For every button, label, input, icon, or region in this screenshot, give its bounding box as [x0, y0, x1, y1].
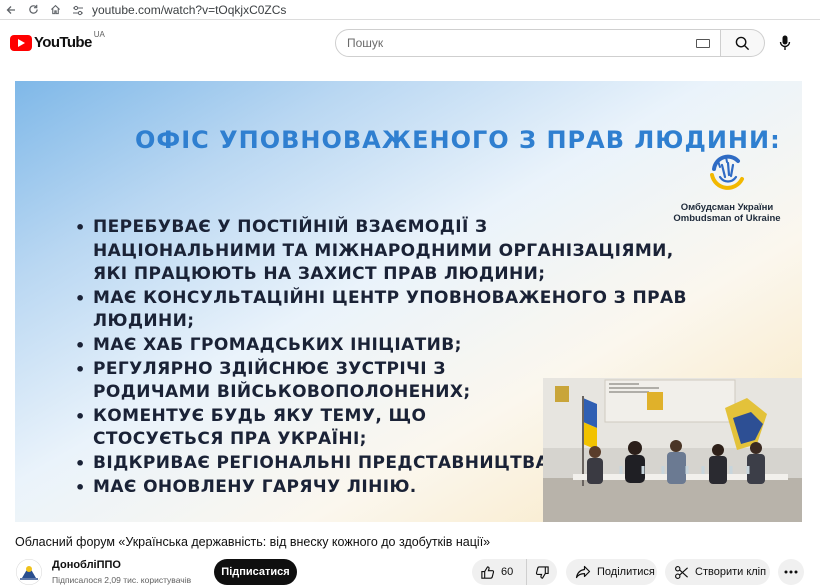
- logo-text: YouTube: [34, 34, 92, 51]
- like-button[interactable]: 60: [472, 559, 527, 585]
- search-input[interactable]: Пошук: [335, 29, 721, 57]
- voice-search-button[interactable]: [774, 32, 796, 54]
- thumbs-down-icon: [535, 565, 549, 579]
- ombudsman-name-ua: Омбудсман України: [680, 202, 774, 213]
- like-count: 60: [501, 566, 514, 578]
- create-clip-button[interactable]: Створити кліп: [665, 559, 770, 585]
- meeting-room-image: [543, 378, 802, 522]
- home-icon: [50, 4, 60, 15]
- share-label: Поділитися: [597, 566, 655, 578]
- search-icon: [735, 36, 750, 50]
- browser-toolbar: youtube.com/watch?v=tOqkjxC0ZCs: [0, 0, 820, 20]
- bullet-item: МАЄ ХАБ ГРОМАДСЬКИХ ІНІЦІАТИВ;: [75, 334, 775, 358]
- video-title: Обласний форум «Українська державність: …: [15, 535, 491, 549]
- share-button[interactable]: Поділитися: [566, 559, 657, 585]
- channel-logo-icon: [16, 559, 42, 585]
- create-clip-label: Створити кліп: [695, 566, 767, 578]
- more-actions-button[interactable]: [778, 559, 804, 585]
- like-dislike-group: 60: [472, 559, 557, 585]
- dislike-button[interactable]: [527, 559, 557, 585]
- keyboard-icon[interactable]: [696, 39, 710, 48]
- more-horizontal-icon: [784, 570, 798, 574]
- channel-row: ДонобліППО Підписалося 2,09 тис. користу…: [0, 556, 820, 588]
- microphone-icon: [779, 35, 791, 50]
- subscribe-button[interactable]: Підписатися: [214, 559, 297, 585]
- youtube-header: YouTube UA Пошук: [0, 20, 820, 68]
- bullet-item: ПЕРЕБУВАЄ У ПОСТІЙНІЙ ВЗАЄМОДІЇ З НАЦІОН…: [75, 216, 675, 287]
- camera-inset: [543, 378, 802, 522]
- back-button[interactable]: [0, 0, 22, 20]
- site-info-icon[interactable]: [72, 4, 84, 16]
- reload-icon: [28, 4, 38, 14]
- arrow-left-icon: [6, 5, 15, 14]
- scissors-icon: [675, 565, 688, 579]
- youtube-logo[interactable]: YouTube UA: [10, 30, 105, 51]
- channel-avatar[interactable]: [16, 559, 42, 585]
- slide-title: ОФІС УПОВНОВАЖЕНОГО З ПРАВ ЛЮДИНИ:: [135, 126, 781, 154]
- url-text: youtube.com/watch?v=tOqkjxC0ZCs: [92, 2, 287, 17]
- bullet-item: МАЄ КОНСУЛЬТАЦІЙНІ ЦЕНТР УПОВНОВАЖЕНОГО …: [75, 287, 775, 334]
- ombudsman-emblem-icon: [710, 154, 744, 190]
- subscriber-count: Підписалося 2,09 тис. користувачів: [52, 575, 192, 585]
- home-button[interactable]: [44, 0, 66, 20]
- youtube-play-icon: [10, 34, 32, 51]
- reload-button[interactable]: [22, 0, 44, 20]
- thumbs-up-icon: [481, 565, 495, 579]
- search-button[interactable]: [721, 29, 765, 57]
- bullet-item: РЕГУЛЯРНО ЗДІЙСНЮЄ ЗУСТРІЧІ З РОДИЧАМИ В…: [75, 358, 545, 405]
- video-player[interactable]: ОФІС УПОВНОВАЖЕНОГО З ПРАВ ЛЮДИНИ: Омбуд…: [15, 81, 802, 522]
- region-code: UA: [93, 30, 105, 39]
- address-bar[interactable]: youtube.com/watch?v=tOqkjxC0ZCs: [72, 0, 286, 20]
- channel-name[interactable]: ДонобліППО: [52, 559, 121, 571]
- bullet-item: КОМЕНТУЄ БУДЬ ЯКУ ТЕМУ, ЩО СТОСУЄТЬСЯ ПР…: [75, 405, 545, 452]
- ombudsman-logo: Омбудсман України Ombudsman of Ukraine: [667, 151, 787, 224]
- share-icon: [575, 565, 591, 579]
- search-placeholder: Пошук: [347, 36, 384, 50]
